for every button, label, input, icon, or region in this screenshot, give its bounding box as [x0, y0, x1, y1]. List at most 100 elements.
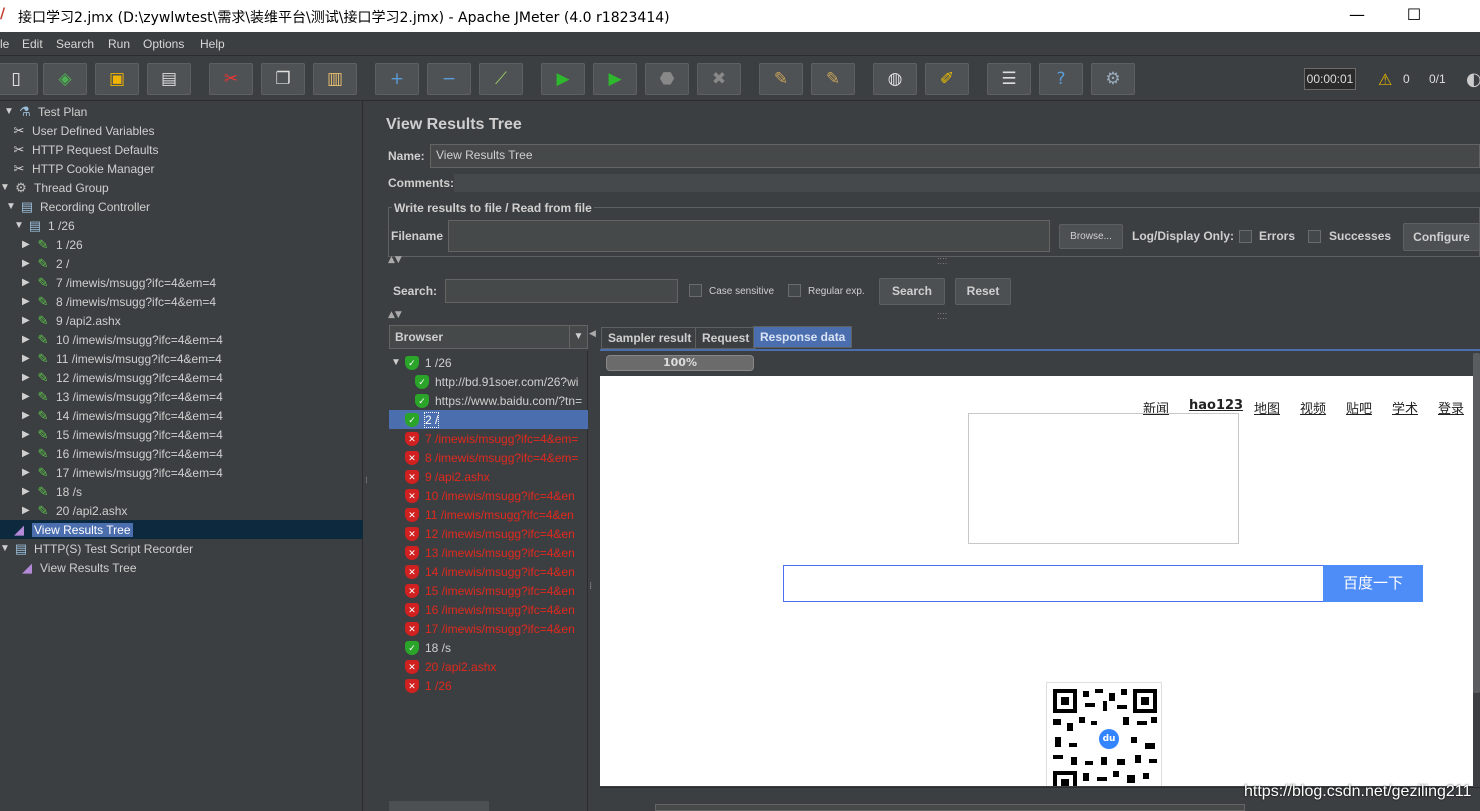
link-map[interactable]: 地图 [1254, 398, 1280, 417]
sample-result-row[interactable]: ✕ 13 /imewis/msugg?ifc=4&en [389, 543, 588, 562]
sample-result-row[interactable]: ✕ 10 /imewis/msugg?ifc=4&en [389, 486, 588, 505]
tree-node[interactable]: ▼ ▤ 1 /26 [0, 216, 363, 235]
bottom-button-stub[interactable] [389, 801, 489, 811]
baidu-search-button[interactable]: 百度一下 [1323, 565, 1423, 602]
tabs-collapse-icon[interactable]: ◀ [589, 329, 596, 339]
sample-result-row[interactable]: ✕ 1 /26 [389, 676, 588, 695]
tree-node[interactable]: ◢ View Results Tree [0, 558, 363, 577]
tree-expander-icon[interactable]: ▶ [22, 448, 34, 459]
errors-checkbox[interactable] [1239, 230, 1252, 243]
sample-result-row[interactable]: ✕ 14 /imewis/msugg?ifc=4&en [389, 562, 588, 581]
tree-node[interactable]: ▶ ✎ 20 /api2.ashx [0, 501, 363, 520]
response-scrollbar[interactable] [1473, 353, 1480, 789]
tab-sampler-result[interactable]: Sampler result [601, 327, 699, 349]
tree-expander-icon[interactable]: ▶ [22, 372, 34, 383]
tree-node[interactable]: ▶ ✎ 16 /imewis/msugg?ifc=4&em=4 [0, 444, 363, 463]
collapse-arrows-icon[interactable]: ▲▼ [388, 310, 402, 320]
paste-icon[interactable]: ▥ [313, 63, 357, 95]
bottom-field-stub[interactable] [655, 804, 1245, 811]
tree-node[interactable]: ▶ ✎ 1 /26 [0, 235, 363, 254]
comments-field[interactable] [454, 174, 1480, 192]
sample-expander-icon[interactable]: ▼ [391, 357, 401, 368]
link-login[interactable]: 登录 [1438, 398, 1464, 417]
clear-icon[interactable]: ✎ [759, 63, 803, 95]
cut-icon[interactable]: ✂ [209, 63, 253, 95]
tree-node[interactable]: ▼ ▤ HTTP(S) Test Script Recorder [0, 539, 363, 558]
tree-expander-icon[interactable]: ▼ [4, 106, 16, 117]
divider-grip-icon-2[interactable]: ⁚⁚⁚⁚ [937, 312, 947, 321]
sample-result-row[interactable]: ✕ 8 /imewis/msugg?ifc=4&em= [389, 448, 588, 467]
tree-expander-icon[interactable]: ▶ [22, 296, 34, 307]
stop-icon[interactable]: ⬣ [645, 63, 689, 95]
function-helper-icon[interactable]: ☰ [987, 63, 1031, 95]
link-hao123[interactable]: hao123 [1189, 398, 1243, 413]
help-icon[interactable]: ? [1039, 63, 1083, 95]
search-binoculars-icon[interactable]: ◍ [873, 63, 917, 95]
sample-result-row[interactable]: ▼ ✓ 1 /26 [389, 353, 588, 372]
link-xueshu[interactable]: 学术 [1392, 398, 1418, 417]
case-sensitive-checkbox[interactable] [689, 284, 702, 297]
tree-expander-icon[interactable]: ▼ [0, 182, 12, 193]
menu-edit[interactable]: Edit [22, 37, 43, 51]
tree-expander-icon[interactable]: ▶ [22, 429, 34, 440]
menu-search[interactable]: Search [56, 37, 94, 51]
expand-icon[interactable]: + [375, 63, 419, 95]
sample-result-row[interactable]: ✕ 17 /imewis/msugg?ifc=4&en [389, 619, 588, 638]
start-icon[interactable]: ▶ [541, 63, 585, 95]
link-video[interactable]: 视频 [1300, 398, 1326, 417]
search-input[interactable] [445, 279, 678, 303]
warning-icon[interactable]: ⚠ [1378, 70, 1392, 89]
tree-node[interactable]: ▼ ▤ Recording Controller [0, 197, 363, 216]
tree-node[interactable]: ✂ User Defined Variables [0, 121, 363, 140]
tree-node[interactable]: ▶ ✎ 10 /imewis/msugg?ifc=4&em=4 [0, 330, 363, 349]
sample-result-row[interactable]: ✓ http://bd.91soer.com/26?wi [389, 372, 588, 391]
sample-splitter-grip-icon[interactable]: ⁞ [589, 581, 592, 592]
clear-all-icon[interactable]: ✎ [811, 63, 855, 95]
tree-node[interactable]: ▶ ✎ 15 /imewis/msugg?ifc=4&em=4 [0, 425, 363, 444]
menu-run[interactable]: Run [108, 37, 130, 51]
tree-node[interactable]: ▶ ✎ 18 /s [0, 482, 363, 501]
tree-expander-icon[interactable]: ▶ [22, 410, 34, 421]
collapse-icon[interactable]: − [427, 63, 471, 95]
tree-node[interactable]: ✂ HTTP Cookie Manager [0, 159, 363, 178]
divider-grip-icon[interactable]: ⁚⁚⁚⁚ [937, 257, 947, 266]
open-icon[interactable]: ▣ [95, 63, 139, 95]
expand-arrows-icon[interactable]: ▲▼ [388, 255, 402, 265]
tree-expander-icon[interactable]: ▼ [14, 220, 26, 231]
tree-node[interactable]: ✂ HTTP Request Defaults [0, 140, 363, 159]
tree-expander-icon[interactable]: ▶ [22, 505, 34, 516]
tree-node[interactable]: ▶ ✎ 7 /imewis/msugg?ifc=4&em=4 [0, 273, 363, 292]
chevron-down-icon[interactable]: ▼ [569, 326, 587, 348]
templates-icon[interactable]: ◈ [43, 63, 87, 95]
tree-node[interactable]: ▼ ⚙ Thread Group [0, 178, 363, 197]
tab-response-data[interactable]: Response data [753, 326, 853, 348]
sample-result-row[interactable]: ✕ 9 /api2.ashx [389, 467, 588, 486]
tree-expander-icon[interactable]: ▼ [0, 543, 12, 554]
splitter-handle[interactable]: ⁞ [363, 101, 373, 811]
menu-file[interactable]: le [0, 37, 9, 51]
menu-help[interactable]: Help [200, 37, 225, 51]
sample-result-row[interactable]: ✕ 11 /imewis/msugg?ifc=4&en [389, 505, 588, 524]
tree-expander-icon[interactable]: ▶ [22, 391, 34, 402]
tree-expander-icon[interactable]: ▼ [6, 201, 18, 212]
name-field[interactable]: View Results Tree [430, 144, 1480, 168]
save-icon[interactable]: ▤ [147, 63, 191, 95]
maximize-button[interactable]: ☐ [1394, 4, 1434, 26]
sample-result-row[interactable]: ✕ 15 /imewis/msugg?ifc=4&en [389, 581, 588, 600]
search-button[interactable]: Search [879, 278, 945, 305]
tree-expander-icon[interactable]: ▶ [22, 315, 34, 326]
toggle-icon[interactable]: ⟋ [479, 63, 523, 95]
filename-input[interactable] [448, 220, 1050, 252]
tab-request[interactable]: Request [695, 327, 757, 349]
renderer-select[interactable]: Browser ▼ [389, 325, 588, 349]
regular-exp-checkbox[interactable] [788, 284, 801, 297]
minimize-button[interactable]: — [1337, 4, 1377, 26]
sample-result-row[interactable]: ✕ 20 /api2.ashx [389, 657, 588, 676]
remote-icon[interactable]: ⚙ [1091, 63, 1135, 95]
tree-expander-icon[interactable]: ▶ [22, 353, 34, 364]
sample-result-row[interactable]: ✓ 18 /s [389, 638, 588, 657]
new-icon[interactable]: ▯ [0, 63, 38, 95]
tree-expander-icon[interactable]: ▶ [22, 239, 34, 250]
sample-result-row[interactable]: ✕ 12 /imewis/msugg?ifc=4&en [389, 524, 588, 543]
reset-button[interactable]: Reset [955, 278, 1011, 305]
